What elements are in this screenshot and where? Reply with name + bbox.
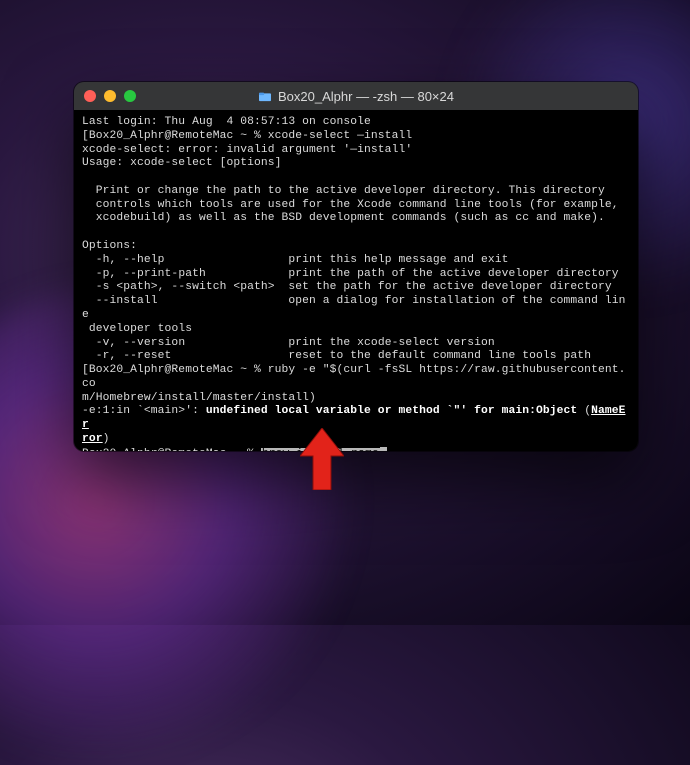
- cursor: [380, 447, 387, 451]
- line-err2-f: ): [103, 433, 110, 445]
- line-prompt2b: m/Homebrew/install/master/install): [82, 392, 316, 404]
- home-folder-icon: [258, 90, 272, 102]
- close-button[interactable]: [84, 90, 96, 102]
- window-title-text: Box20_Alphr — -zsh — 80×24: [278, 89, 454, 104]
- line-desc3: xcodebuild) as well as the BSD developme…: [82, 212, 605, 224]
- line-opt-s: -s <path>, --switch <path> set the path …: [82, 281, 612, 293]
- traffic-lights: [84, 90, 136, 102]
- terminal-body[interactable]: Last login: Thu Aug 4 08:57:13 on consol…: [74, 110, 638, 451]
- terminal-window: Box20_Alphr — -zsh — 80×24 Last login: T…: [74, 82, 638, 451]
- line-prompt1: [Box20_Alphr@RemoteMac ~ % xcode-select …: [82, 130, 412, 142]
- highlighted-command[interactable]: brew install name: [261, 448, 380, 451]
- line-prompt2a: [Box20_Alphr@RemoteMac ~ % ruby -e "$(cu…: [82, 364, 625, 390]
- line-usage: Usage: xcode-select [options]: [82, 157, 282, 169]
- line-opt-v: -v, --version print the xcode-select ver…: [82, 337, 495, 349]
- maximize-button[interactable]: [124, 90, 136, 102]
- line-opt-i2: developer tools: [82, 323, 192, 335]
- line-opt-p: -p, --print-path print the path of the a…: [82, 268, 619, 280]
- minimize-button[interactable]: [104, 90, 116, 102]
- line-opt-i1: --install open a dialog for installation…: [82, 295, 625, 321]
- line-prompt3a: Box20_Alphr@RemoteMac ~ %: [82, 448, 261, 451]
- line-opt-r: -r, --reset reset to the default command…: [82, 350, 591, 362]
- line-err2-c: (: [577, 405, 591, 417]
- line-err2-b: undefined local variable or method `"' f…: [206, 405, 577, 417]
- line-err2-a: -e:1:in `<main>':: [82, 405, 206, 417]
- line-last-login: Last login: Thu Aug 4 08:57:13 on consol…: [82, 116, 371, 128]
- line-err2-e: ror: [82, 433, 103, 445]
- line-desc1: Print or change the path to the active d…: [82, 185, 605, 197]
- titlebar[interactable]: Box20_Alphr — -zsh — 80×24: [74, 82, 638, 110]
- line-options-hdr: Options:: [82, 240, 137, 252]
- line-desc2: controls which tools are used for the Xc…: [82, 199, 619, 211]
- line-opt-h: -h, --help print this help message and e…: [82, 254, 509, 266]
- window-title: Box20_Alphr — -zsh — 80×24: [74, 89, 638, 104]
- line-err1: xcode-select: error: invalid argument '—…: [82, 144, 412, 156]
